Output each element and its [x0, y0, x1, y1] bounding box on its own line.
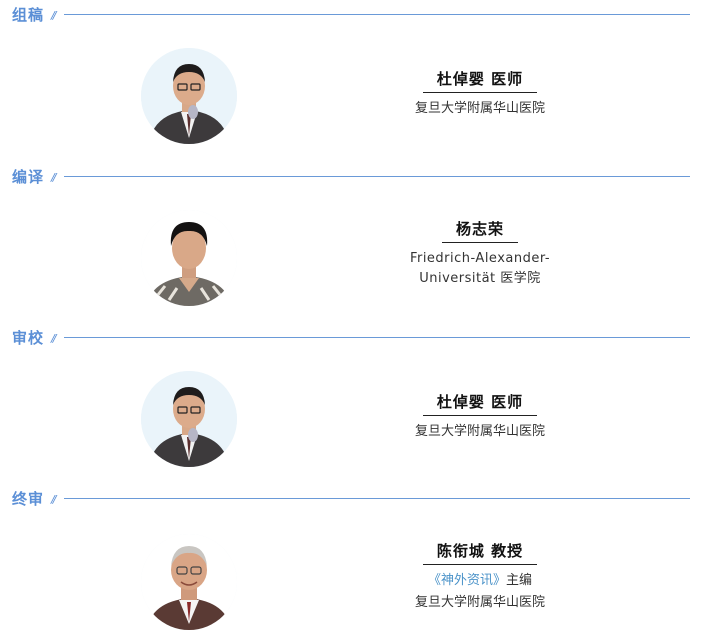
person-affiliation-line1: Friedrich-Alexander-	[409, 251, 551, 266]
section-label: 终审	[12, 490, 45, 508]
divider-line	[64, 176, 690, 177]
person-info: 杨志荣 Friedrich-Alexander- Universität 医学院	[380, 218, 580, 288]
section-label: 组稿	[12, 6, 45, 24]
person-role: 主编	[506, 573, 533, 588]
slash-decoration: //	[51, 9, 57, 22]
divider-line	[64, 337, 690, 338]
person-name: 杨志荣	[441, 218, 518, 243]
section-reviewer: 审校 // 杜倬婴 医师 复旦大学附属华山医院	[0, 323, 701, 483]
section-label: 编译	[12, 168, 45, 186]
section-label: 审校	[12, 329, 45, 347]
person-role-line: 《神外资讯》主编	[380, 572, 580, 590]
person-affiliation: 复旦大学附属华山医院	[414, 101, 545, 116]
person-affiliation-line2: Universität 医学院	[419, 271, 541, 286]
person-info: 杜倬婴 医师 复旦大学附属华山医院	[380, 68, 580, 118]
person-affiliation: 复旦大学附属华山医院	[414, 424, 545, 439]
publication-link[interactable]: 《神外资讯》	[428, 573, 506, 588]
person-affiliation: 复旦大学附属华山医院	[414, 595, 545, 610]
section-header: 终审 //	[0, 484, 701, 512]
avatar	[141, 371, 237, 467]
person-info: 陈衔城 教授 《神外资讯》主编 复旦大学附属华山医院	[380, 540, 580, 612]
section-organizer: 组稿 // 杜倬婴 医师 复旦大学附属华山医院	[0, 0, 701, 160]
slash-decoration: //	[51, 493, 57, 506]
avatar	[141, 210, 237, 306]
person-name: 杜倬婴 医师	[422, 391, 538, 416]
section-header: 编译 //	[0, 162, 701, 190]
divider-line	[64, 498, 690, 499]
person-info: 杜倬婴 医师 复旦大学附属华山医院	[380, 391, 580, 441]
person-name: 杜倬婴 医师	[422, 68, 538, 93]
section-header: 组稿 //	[0, 0, 701, 28]
slash-decoration: //	[51, 332, 57, 345]
section-translator: 编译 // 杨志荣 Friedrich-Alexander- Universit…	[0, 162, 701, 322]
section-final-review: 终审 // 陈衔城 教授 《神外资讯》主编 复旦大学附属华山医院	[0, 484, 701, 644]
avatar	[141, 48, 237, 144]
divider-line	[64, 14, 690, 15]
section-header: 审校 //	[0, 323, 701, 351]
slash-decoration: //	[51, 171, 57, 184]
person-name: 陈衔城 教授	[422, 540, 538, 565]
avatar	[141, 534, 237, 630]
